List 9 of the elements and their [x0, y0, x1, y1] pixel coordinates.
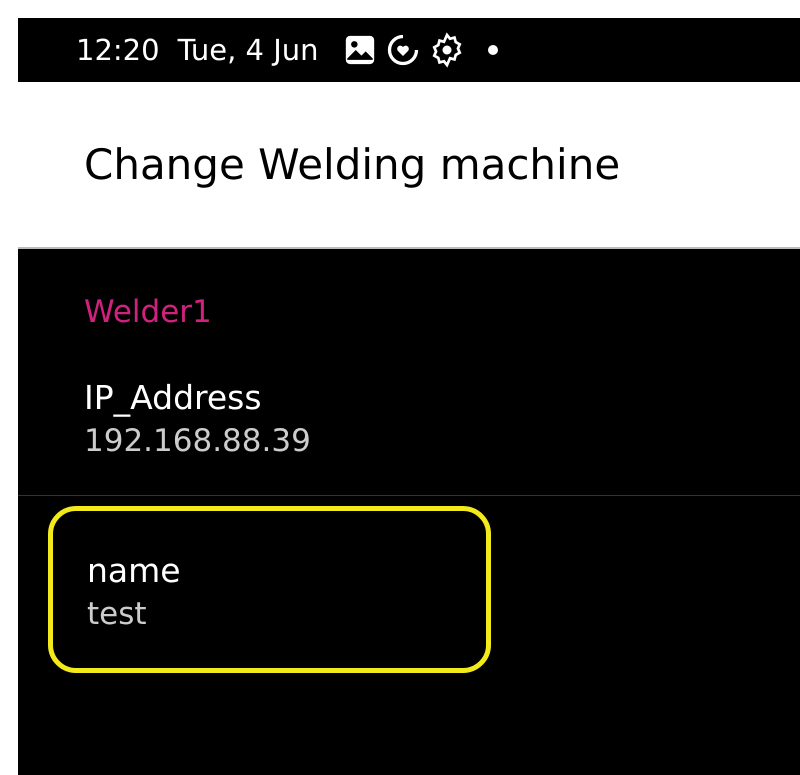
category-title: Welder1 — [83, 294, 213, 330]
screen-title: Change Welding machine — [84, 140, 620, 189]
preference-title[interactable]: name — [87, 551, 181, 590]
status-time: 12:20 — [76, 33, 160, 67]
preference-summary: 192.168.88.39 — [84, 423, 311, 459]
status-date: Tue, 4 Jun — [178, 33, 319, 67]
notification-dot-icon — [486, 44, 499, 56]
preference-title[interactable]: IP_Address — [84, 378, 311, 417]
preference-summary: test — [87, 596, 148, 632]
